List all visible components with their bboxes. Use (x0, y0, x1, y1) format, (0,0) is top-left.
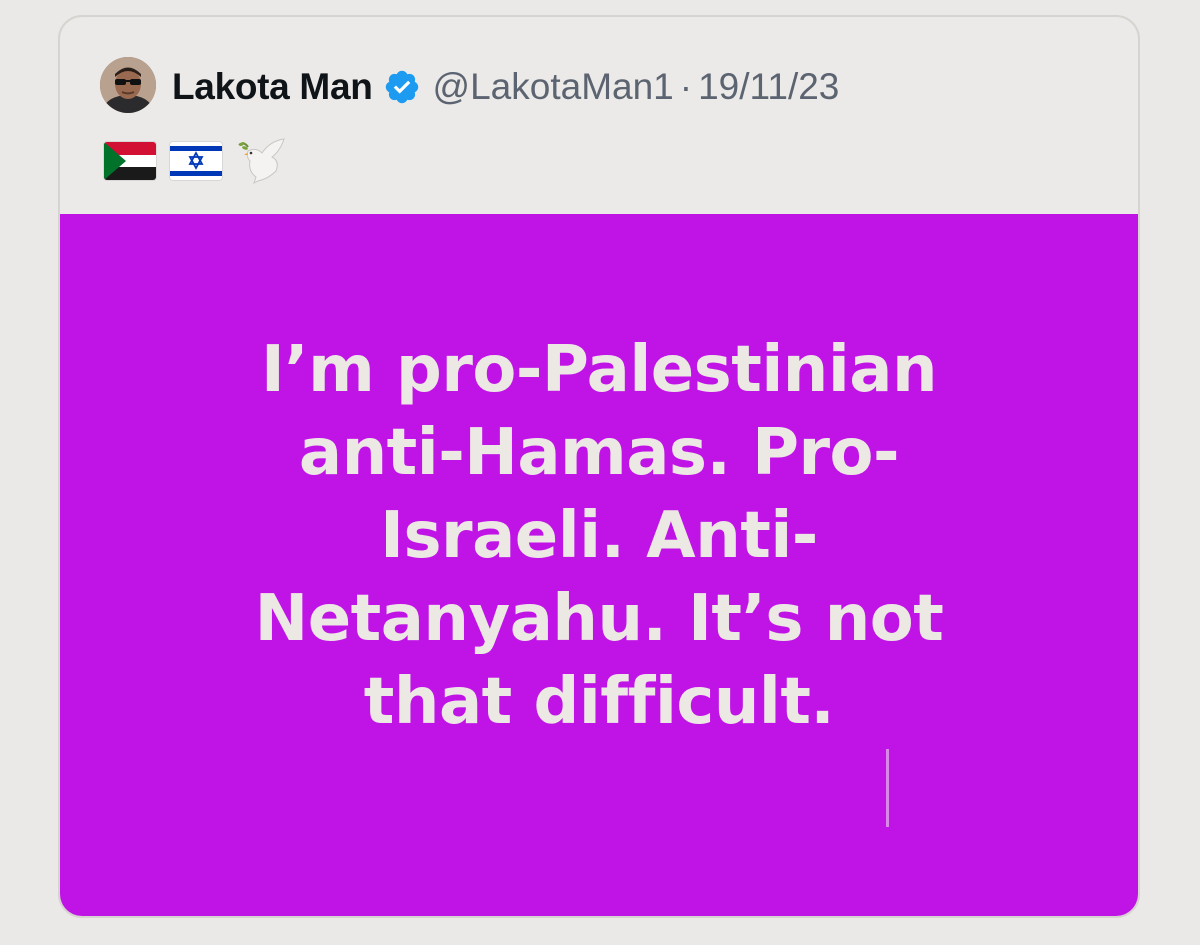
author-handle[interactable]: @LakotaMan1 (433, 66, 674, 108)
avatar[interactable] (100, 57, 156, 113)
verified-badge-icon (383, 68, 421, 106)
sudan-flag-icon (104, 142, 156, 180)
separator-dot: · (679, 66, 693, 107)
israel-flag-icon (170, 142, 222, 180)
media-text-line: anti-Hamas. Pro- (298, 416, 900, 490)
post-date[interactable]: 19/11/23 (698, 66, 839, 108)
post-header: Lakota Man @LakotaMan1 · 19/11/23 (60, 17, 1138, 214)
media-text: I’m pro-Palestinian anti-Hamas. Pro- Isr… (60, 329, 1138, 744)
post-media-image[interactable]: I’m pro-Palestinian anti-Hamas. Pro- Isr… (60, 214, 1138, 916)
quoted-post-card[interactable]: Lakota Man @LakotaMan1 · 19/11/23 I’m pr… (58, 15, 1140, 918)
author-row: Lakota Man @LakotaMan1 · 19/11/23 (172, 63, 839, 111)
dove-of-peace-icon (236, 137, 290, 185)
text-cursor (886, 749, 889, 827)
media-text-line: Israeli. Anti- (380, 499, 818, 573)
media-text-line: I’m pro-Palestinian (260, 333, 938, 407)
media-text-line: that difficult. (363, 665, 835, 739)
author-display-name[interactable]: Lakota Man (172, 66, 373, 108)
media-text-line: Netanyahu. It’s not (254, 582, 944, 656)
emoji-row (104, 137, 290, 185)
